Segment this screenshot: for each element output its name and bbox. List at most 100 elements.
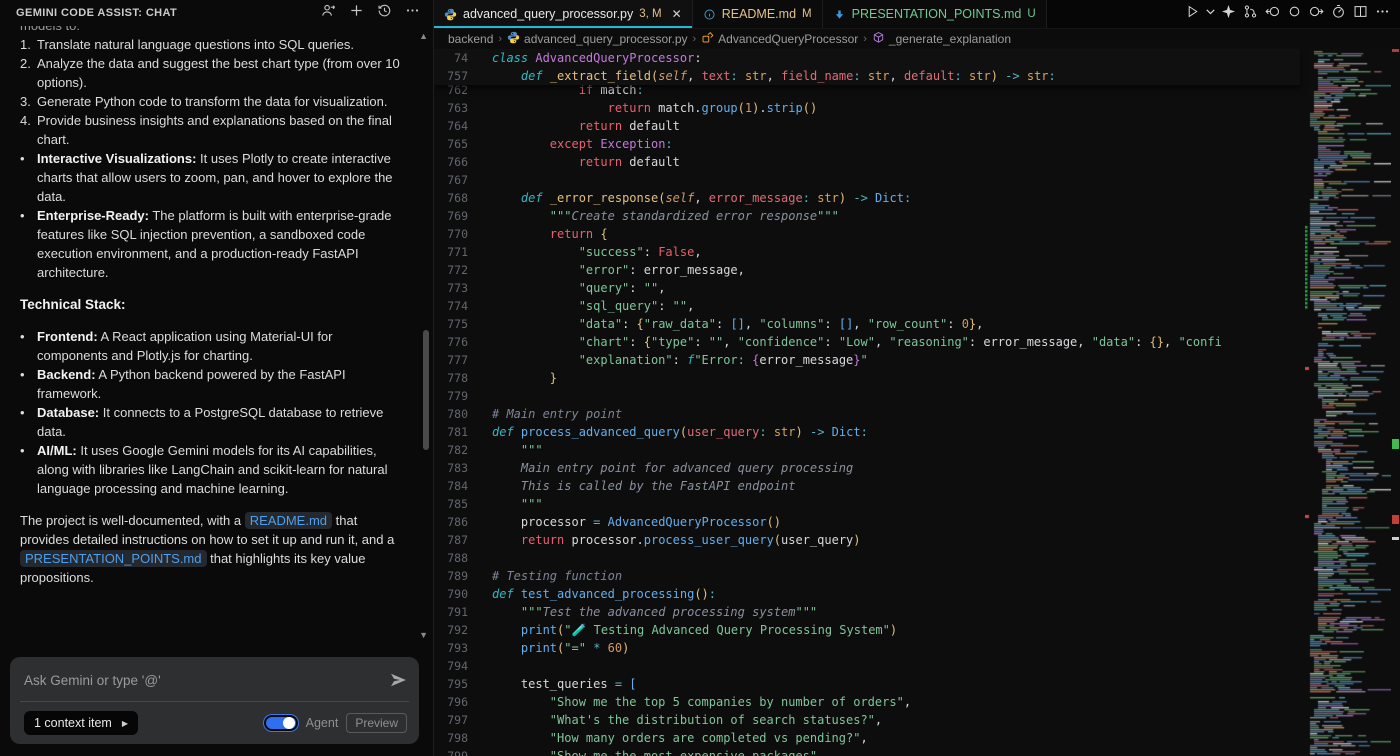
line-number[interactable]: 774: [434, 297, 492, 315]
run-dropdown[interactable]: [1204, 3, 1216, 25]
line-number[interactable]: 783: [434, 459, 492, 477]
code-text[interactable]: print("🧪 Testing Advanced Query Processi…: [492, 621, 1300, 639]
line-number[interactable]: 793: [434, 639, 492, 657]
more-options-button[interactable]: [401, 2, 423, 24]
code-editor[interactable]: 762 if match:763 return match.group(1).s…: [434, 49, 1400, 756]
line-number[interactable]: 797: [434, 711, 492, 729]
code-line[interactable]: 768 def _error_response(self, error_mess…: [434, 189, 1300, 207]
code-text[interactable]: "explanation": f"Error: {error_message}": [492, 351, 1300, 369]
line-number[interactable]: 779: [434, 387, 492, 405]
code-line[interactable]: 783 Main entry point for advanced query …: [434, 459, 1300, 477]
code-text[interactable]: return default: [492, 153, 1300, 171]
chat-scrollbar[interactable]: [423, 330, 429, 450]
code-line[interactable]: 772 "error": error_message,: [434, 261, 1300, 279]
code-line[interactable]: 777 "explanation": f"Error: {error_messa…: [434, 351, 1300, 369]
code-text[interactable]: except Exception:: [492, 135, 1300, 153]
line-number[interactable]: 796: [434, 693, 492, 711]
code-line[interactable]: 793 print("=" * 60): [434, 639, 1300, 657]
code-text[interactable]: # Testing function: [492, 567, 1300, 585]
code-line[interactable]: 797 "What's the distribution of search s…: [434, 711, 1300, 729]
code-text[interactable]: return default: [492, 117, 1300, 135]
code-text[interactable]: [492, 549, 1300, 567]
line-number[interactable]: 785: [434, 495, 492, 513]
source-control-graph-button[interactable]: [1240, 3, 1260, 25]
line-number[interactable]: 778: [434, 369, 492, 387]
line-number[interactable]: 772: [434, 261, 492, 279]
code-line[interactable]: 776 "chart": {"type": "", "confidence": …: [434, 333, 1300, 351]
line-number[interactable]: 786: [434, 513, 492, 531]
line-number[interactable]: 773: [434, 279, 492, 297]
line-number[interactable]: 787: [434, 531, 492, 549]
code-text[interactable]: processor = AdvancedQueryProcessor(): [492, 513, 1300, 531]
code-line[interactable]: 778 }: [434, 369, 1300, 387]
agent-toggle[interactable]: [264, 715, 298, 731]
code-line[interactable]: 774 "sql_query": "",: [434, 297, 1300, 315]
code-line[interactable]: 765 except Exception:: [434, 135, 1300, 153]
line-number[interactable]: 769: [434, 207, 492, 225]
code-line[interactable]: 798 "How many orders are completed vs pe…: [434, 729, 1300, 747]
code-line[interactable]: 773 "query": "",: [434, 279, 1300, 297]
breadcrumb-item[interactable]: advanced_query_processor.py: [507, 31, 687, 47]
code-text[interactable]: test_queries = [: [492, 675, 1300, 693]
code-text[interactable]: class AdvancedQueryProcessor:: [492, 49, 1300, 67]
code-line[interactable]: 792 print("🧪 Testing Advanced Query Proc…: [434, 621, 1300, 639]
tab-presentation-points[interactable]: PRESENTATION_POINTS.mdU: [823, 0, 1047, 28]
code-text[interactable]: }: [492, 369, 1300, 387]
code-text[interactable]: Main entry point for advanced query proc…: [492, 459, 1300, 477]
scroll-up-icon[interactable]: ▲: [419, 31, 428, 41]
line-number[interactable]: 775: [434, 315, 492, 333]
line-number[interactable]: 764: [434, 117, 492, 135]
timeline-button[interactable]: [1328, 3, 1348, 25]
share-chat-button[interactable]: [317, 2, 339, 24]
code-text[interactable]: "What's the distribution of search statu…: [492, 711, 1300, 729]
line-number[interactable]: 789: [434, 567, 492, 585]
code-line[interactable]: 764 return default: [434, 117, 1300, 135]
sticky-scroll[interactable]: 74class AdvancedQueryProcessor:757 def _…: [434, 49, 1300, 85]
code-text[interactable]: def _extract_field(self, text: str, fiel…: [492, 67, 1300, 85]
line-number[interactable]: 776: [434, 333, 492, 351]
code-line[interactable]: 775 "data": {"raw_data": [], "columns": …: [434, 315, 1300, 333]
code-text[interactable]: "chart": {"type": "", "confidence": "Low…: [492, 333, 1300, 351]
code-text[interactable]: "Show me the most expensive packages": [492, 747, 1300, 756]
code-line[interactable]: 794: [434, 657, 1300, 675]
code-line[interactable]: 784 This is called by the FastAPI endpoi…: [434, 477, 1300, 495]
code-line[interactable]: 786 processor = AdvancedQueryProcessor(): [434, 513, 1300, 531]
line-number[interactable]: 757: [434, 67, 492, 85]
code-text[interactable]: print("=" * 60): [492, 639, 1300, 657]
line-number[interactable]: 782: [434, 441, 492, 459]
code-line[interactable]: 787 return processor.process_user_query(…: [434, 531, 1300, 549]
line-number[interactable]: 771: [434, 243, 492, 261]
line-number[interactable]: 791: [434, 603, 492, 621]
code-line[interactable]: 769 """Create standardized error respons…: [434, 207, 1300, 225]
line-number[interactable]: 770: [434, 225, 492, 243]
line-number[interactable]: 794: [434, 657, 492, 675]
line-number[interactable]: 765: [434, 135, 492, 153]
code-text[interactable]: """: [492, 441, 1300, 459]
overview-ruler[interactable]: [1391, 49, 1400, 756]
run-button[interactable]: [1182, 3, 1202, 25]
code-line[interactable]: 771 "success": False,: [434, 243, 1300, 261]
line-number[interactable]: 768: [434, 189, 492, 207]
code-line[interactable]: 766 return default: [434, 153, 1300, 171]
chat-history-button[interactable]: [373, 2, 395, 24]
code-line[interactable]: 785 """: [434, 495, 1300, 513]
line-number[interactable]: 792: [434, 621, 492, 639]
code-line[interactable]: 782 """: [434, 441, 1300, 459]
code-text[interactable]: "Show me the top 5 companies by number o…: [492, 693, 1300, 711]
code-text[interactable]: "data": {"raw_data": [], "columns": [], …: [492, 315, 1300, 333]
code-line[interactable]: 788: [434, 549, 1300, 567]
scroll-down-icon[interactable]: ▼: [419, 630, 428, 640]
code-text[interactable]: "How many orders are completed vs pendin…: [492, 729, 1300, 747]
code-text[interactable]: [492, 171, 1300, 189]
minimap[interactable]: [1305, 49, 1391, 756]
file-link-chip[interactable]: PRESENTATION_POINTS.md: [20, 550, 207, 567]
code-text[interactable]: [492, 657, 1300, 675]
send-icon[interactable]: [389, 671, 407, 689]
code-text[interactable]: "sql_query": "",: [492, 297, 1300, 315]
code-text[interactable]: [492, 387, 1300, 405]
previous-change-button[interactable]: [1262, 3, 1282, 25]
breadcrumb-item[interactable]: _generate_explanation: [872, 31, 1011, 47]
code-line[interactable]: 791 """Test the advanced processing syst…: [434, 603, 1300, 621]
code-line[interactable]: 767: [434, 171, 1300, 189]
file-link-chip[interactable]: README.md: [245, 512, 332, 529]
